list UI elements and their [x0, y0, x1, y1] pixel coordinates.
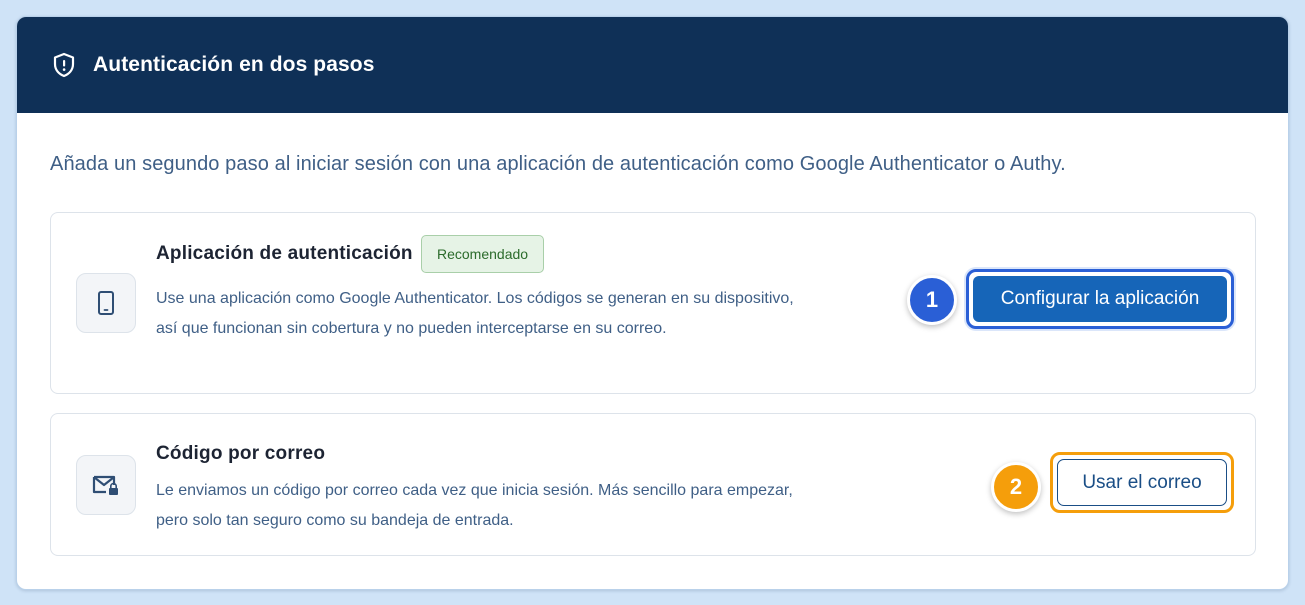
recommended-badge: Recomendado [421, 235, 545, 273]
step-marker-1: 1 [907, 275, 957, 325]
configure-app-button[interactable]: Configurar la aplicación [973, 276, 1227, 322]
step-marker-2: 2 [991, 462, 1041, 512]
use-email-button[interactable]: Usar el correo [1057, 459, 1227, 506]
option-email-code: Código por correo Le enviamos un código … [50, 413, 1256, 556]
smartphone-icon [76, 273, 136, 333]
option-authenticator-app: Aplicación de autenticación Recomendado … [50, 212, 1256, 394]
option-description: Use una aplicación como Google Authentic… [156, 290, 794, 337]
option-description: Le enviamos un código por correo cada ve… [156, 482, 793, 529]
highlight-ring-1: Configurar la aplicación [966, 269, 1234, 329]
two-factor-card: Autenticación en dos pasos Añada un segu… [16, 16, 1289, 590]
intro-text: Añada un segundo paso al iniciar sesión … [50, 153, 1066, 175]
option-title: Aplicación de autenticación [156, 243, 413, 264]
shield-icon [51, 52, 77, 78]
page-title: Autenticación en dos pasos [93, 53, 375, 76]
card-header: Autenticación en dos pasos [17, 17, 1288, 113]
mail-lock-icon [76, 455, 136, 515]
option-title: Código por correo [156, 443, 326, 464]
highlight-ring-2: Usar el correo [1050, 452, 1234, 513]
